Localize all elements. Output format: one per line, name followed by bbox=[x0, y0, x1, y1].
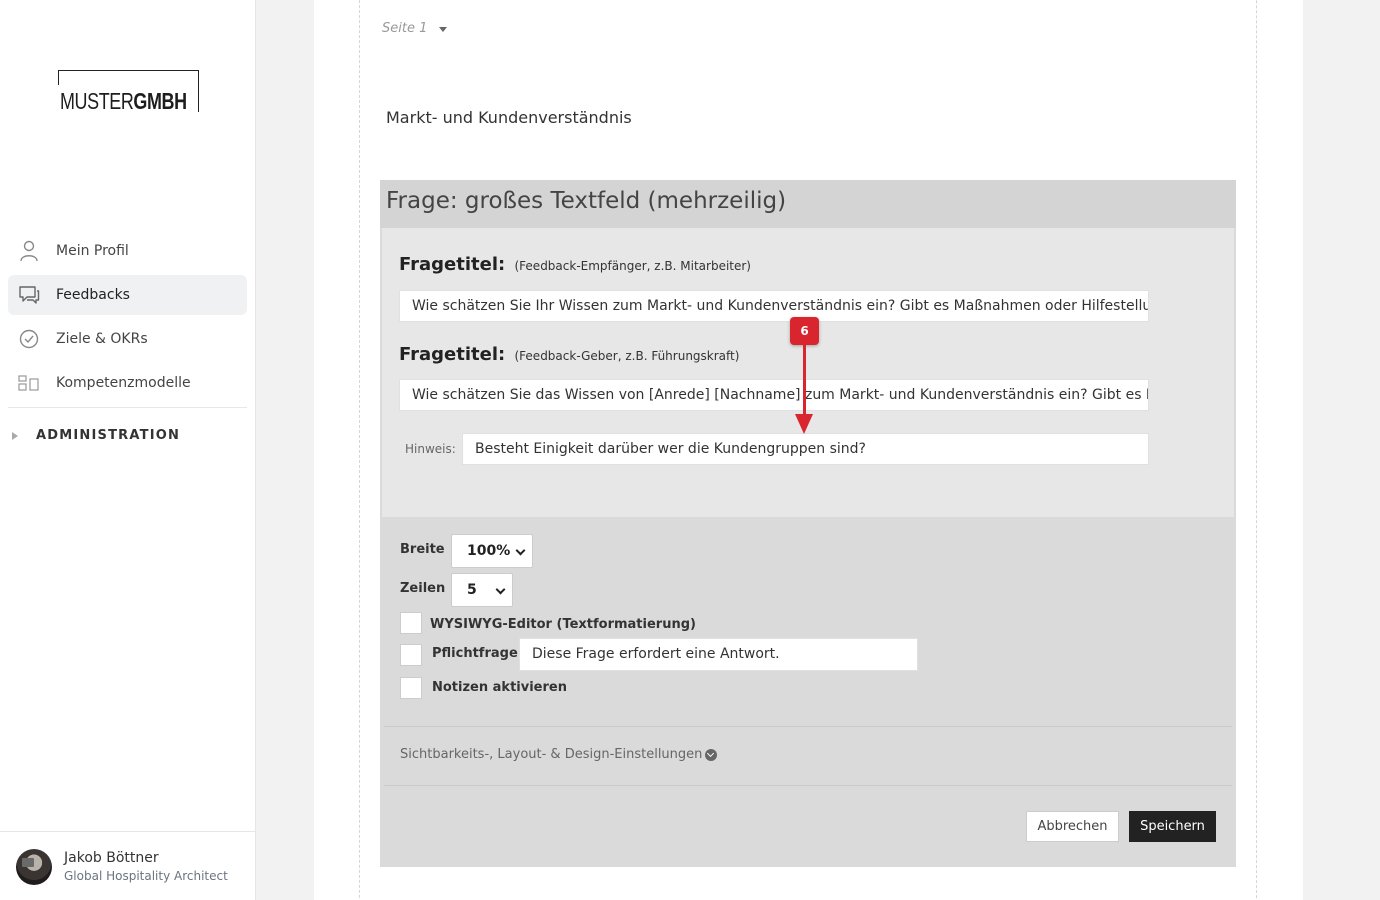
question-type-title: Frage: großes Textfeld (mehrzeilig) bbox=[386, 188, 787, 214]
pflichtfrage-message-input[interactable]: Diese Frage erfordert eine Antwort. bbox=[519, 638, 918, 671]
save-button[interactable]: Speichern bbox=[1129, 811, 1216, 842]
sidebar-item-ziele-okrs[interactable]: Ziele & OKRs bbox=[8, 319, 247, 359]
zeilen-select[interactable]: 5 bbox=[451, 573, 513, 607]
sidebar-item-label: Mein Profil bbox=[56, 243, 129, 259]
question-fields: Fragetitel: (Feedback-Empfänger, z.B. Mi… bbox=[382, 228, 1234, 517]
notizen-checkbox[interactable] bbox=[400, 677, 422, 699]
chat-icon bbox=[18, 284, 40, 306]
logo-text-bold: GMBH bbox=[133, 88, 187, 114]
chevron-down-icon bbox=[495, 584, 506, 595]
user-name: Jakob Böttner bbox=[64, 850, 159, 866]
divider bbox=[384, 726, 1232, 727]
divider bbox=[384, 785, 1232, 786]
hinweis-label: Hinweis: bbox=[405, 442, 456, 456]
fragetitel-empfaenger-input[interactable]: Wie schätzen Sie Ihr Wissen zum Markt- u… bbox=[399, 290, 1149, 322]
wysiwyg-checkbox[interactable] bbox=[400, 612, 422, 634]
company-logo[interactable]: MUSTERGMBH bbox=[58, 70, 199, 114]
wysiwyg-label: WYSIWYG-Editor (Textformatierung) bbox=[430, 617, 696, 632]
chevron-circle-down-icon bbox=[705, 748, 718, 761]
sidebar-nav: Mein Profil Feedbacks Ziele & OKRs Kompe… bbox=[8, 231, 247, 407]
sidebar-item-label: Feedbacks bbox=[56, 287, 130, 303]
admin-label: ADMINISTRATION bbox=[36, 428, 181, 443]
page-selector-label: Seite 1 bbox=[382, 21, 428, 36]
notizen-label: Notizen aktivieren bbox=[432, 680, 567, 695]
pflichtfrage-checkbox[interactable] bbox=[400, 644, 422, 666]
sidebar-item-feedbacks[interactable]: Feedbacks bbox=[8, 275, 247, 315]
annotation-arrow-line bbox=[803, 345, 806, 417]
question-editor: Frage: großes Textfeld (mehrzeilig) Frag… bbox=[380, 180, 1236, 867]
hinweis-input[interactable]: Besteht Einigkeit darüber wer die Kunden… bbox=[462, 433, 1149, 465]
sidebar-item-label: Ziele & OKRs bbox=[56, 331, 148, 347]
zeilen-select-value: 5 bbox=[467, 582, 477, 598]
breite-label: Breite bbox=[400, 542, 445, 557]
nav-divider bbox=[8, 407, 247, 408]
arrow-down-icon bbox=[795, 414, 813, 434]
avatar bbox=[16, 849, 52, 885]
chevron-down-icon bbox=[515, 545, 526, 556]
page-selector[interactable]: Seite 1 bbox=[382, 21, 448, 36]
zeilen-label: Zeilen bbox=[400, 581, 446, 596]
fragetitel-empfaenger-label: Fragetitel: (Feedback-Empfänger, z.B. Mi… bbox=[399, 254, 751, 275]
sidebar: MUSTERGMBH Mein Profil Feedbacks Ziele &… bbox=[0, 0, 256, 900]
sidebar-item-kompetenzmodelle[interactable]: Kompetenzmodelle bbox=[8, 363, 247, 403]
sidebar-item-mein-profil[interactable]: Mein Profil bbox=[8, 231, 247, 271]
sidebar-item-label: Kompetenzmodelle bbox=[56, 375, 191, 391]
caret-down-icon bbox=[439, 27, 448, 32]
fragetitel-empfaenger-hint: (Feedback-Empfänger, z.B. Mitarbeiter) bbox=[514, 259, 751, 273]
user-profile[interactable]: Jakob Böttner Global Hospitality Archite… bbox=[0, 831, 255, 900]
check-circle-icon bbox=[18, 328, 40, 350]
visibility-settings-toggle[interactable]: Sichtbarkeits-, Layout- & Design-Einstel… bbox=[400, 747, 718, 762]
logo-text-light: MUSTER bbox=[60, 88, 134, 114]
section-title: Markt- und Kundenverständnis bbox=[386, 108, 632, 127]
user-role: Global Hospitality Architect bbox=[64, 869, 228, 883]
fragetitel-geber-hint: (Feedback-Geber, z.B. Führungskraft) bbox=[514, 349, 740, 363]
breite-select[interactable]: 100% bbox=[451, 534, 533, 568]
breite-select-value: 100% bbox=[467, 543, 511, 559]
fragetitel-geber-input[interactable]: Wie schätzen Sie das Wissen von [Anrede]… bbox=[399, 379, 1149, 411]
question-header: Frage: großes Textfeld (mehrzeilig) bbox=[380, 180, 1236, 228]
user-icon bbox=[18, 240, 40, 262]
blocks-icon bbox=[18, 372, 40, 394]
sidebar-section-administration[interactable]: ADMINISTRATION bbox=[12, 428, 180, 443]
pflichtfrage-label: Pflichtfrage bbox=[432, 646, 518, 661]
fragetitel-geber-label: Fragetitel: (Feedback-Geber, z.B. Führun… bbox=[399, 344, 740, 365]
visibility-settings-label: Sichtbarkeits-, Layout- & Design-Einstel… bbox=[400, 747, 703, 762]
caret-right-icon bbox=[12, 431, 18, 440]
cancel-button[interactable]: Abbrechen bbox=[1026, 811, 1119, 842]
step-badge: 6 bbox=[790, 317, 819, 345]
